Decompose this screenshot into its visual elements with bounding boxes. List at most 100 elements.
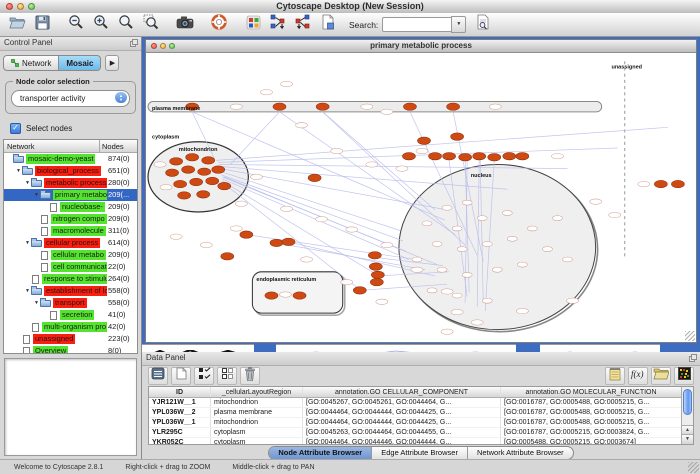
table-column-header[interactable]: _cellularLayoutRegion: [211, 387, 303, 397]
network-node[interactable]: [174, 180, 187, 187]
save-button[interactable]: [31, 15, 53, 35]
expand-arrow-icon[interactable]: ▼: [24, 288, 31, 294]
network-node[interactable]: [293, 292, 306, 299]
tab-network-attribute-browser[interactable]: Network Attribute Browser: [468, 447, 573, 459]
tree-row-response-to-stimulu[interactable]: response to stimulu264(0): [4, 273, 137, 285]
network-node[interactable]: [186, 154, 199, 161]
network-node[interactable]: [361, 104, 373, 109]
tree-row-nitrogen-compo[interactable]: nitrogen compo209(0): [4, 213, 137, 225]
network-node[interactable]: [154, 162, 166, 167]
tree-row-mosaic-demo-yeast[interactable]: mosaic-demo-yeast874(0): [4, 153, 137, 165]
background-window-1[interactable]: [142, 344, 254, 352]
attributes-button[interactable]: [148, 367, 168, 385]
network-node[interactable]: [441, 289, 453, 294]
network-node[interactable]: [638, 181, 650, 186]
table-column-header[interactable]: ID: [149, 387, 211, 397]
network-node[interactable]: [346, 227, 358, 232]
network-node[interactable]: [270, 239, 283, 246]
annotate-button[interactable]: [317, 15, 339, 35]
network-node[interactable]: [316, 216, 328, 221]
network-node[interactable]: [221, 253, 234, 260]
tab-node-attribute-browser[interactable]: Node Attribute Browser: [269, 447, 372, 459]
tree-row-cellular-metabo[interactable]: cellular metabo209(0): [4, 249, 137, 261]
network-node[interactable]: [371, 271, 384, 278]
network-node[interactable]: [280, 206, 292, 211]
network-node[interactable]: [507, 236, 517, 241]
table-column-header[interactable]: annotation.GO MOLECULAR_FUNCTION: [501, 387, 681, 397]
network-node[interactable]: [308, 174, 321, 181]
network-node[interactable]: [273, 103, 286, 110]
network-node[interactable]: [451, 133, 464, 140]
tab-overflow-button[interactable]: ▶: [105, 55, 119, 71]
network-node[interactable]: [489, 104, 501, 109]
table-row[interactable]: YKR052Ccytoplasm[GO:0044464, GO:0044446,…: [149, 438, 681, 445]
table-row[interactable]: YPL036W__2plasma membrane[GO:0044464, GO…: [149, 408, 681, 418]
network-node[interactable]: [542, 247, 552, 252]
float-panel-icon[interactable]: [130, 39, 138, 47]
network-node[interactable]: [202, 157, 215, 164]
float-panel-icon[interactable]: [689, 354, 697, 362]
function-builder-button[interactable]: f(x): [628, 367, 648, 385]
network-node[interactable]: [198, 168, 211, 175]
tree-column-network[interactable]: Network: [4, 140, 100, 152]
node-color-dropdown[interactable]: transporter activity ▲▼: [11, 90, 130, 107]
network-node[interactable]: [166, 169, 179, 176]
network-node[interactable]: [442, 205, 452, 210]
zoom-region-button[interactable]: [140, 15, 162, 35]
network-node[interactable]: [200, 242, 212, 247]
expand-arrow-icon[interactable]: ▼: [24, 240, 31, 246]
zoom-fit-button[interactable]: [115, 15, 137, 35]
network-node[interactable]: [452, 226, 462, 231]
network-canvas[interactable]: plasma membranecytoplasmmitochondrionnuc…: [146, 53, 696, 342]
network-node[interactable]: [230, 226, 242, 231]
network-node[interactable]: [396, 166, 408, 171]
network-node[interactable]: [563, 257, 573, 262]
network-node[interactable]: [381, 242, 393, 247]
network-node[interactable]: [482, 241, 492, 246]
layout-b-button[interactable]: [292, 15, 314, 35]
network-node[interactable]: [369, 263, 382, 270]
network-node[interactable]: [170, 158, 183, 165]
network-node[interactable]: [482, 298, 492, 303]
network-node[interactable]: [432, 241, 442, 246]
network-node[interactable]: [235, 201, 247, 206]
tab-network[interactable]: Network: [3, 55, 59, 71]
network-node[interactable]: [552, 216, 562, 221]
tab-edge-attribute-browser[interactable]: Edge Attribute Browser: [372, 447, 468, 459]
network-node[interactable]: [473, 152, 486, 159]
network-node[interactable]: [492, 267, 502, 272]
tree-row-transport[interactable]: ▼transport558(0): [4, 297, 137, 309]
table-row[interactable]: YJR121W__1mitochondrion[GO:0045267, GO:0…: [149, 398, 681, 408]
tab-mosaic[interactable]: Mosaic: [59, 55, 101, 71]
network-node[interactable]: [462, 272, 472, 277]
window-resize-grip[interactable]: [685, 331, 695, 341]
network-node[interactable]: [282, 238, 295, 245]
network-node[interactable]: [316, 103, 329, 110]
network-node[interactable]: [412, 257, 422, 262]
network-node[interactable]: [182, 166, 195, 173]
tree-column-nodes[interactable]: Nodes: [100, 140, 137, 152]
background-window-2[interactable]: [276, 344, 516, 352]
network-node[interactable]: [609, 212, 621, 217]
help-button[interactable]: [208, 15, 230, 35]
tree-row-overview[interactable]: Overview8(0): [4, 345, 137, 354]
network-node[interactable]: [301, 257, 313, 262]
table-column-header[interactable]: annotation.GO CELLULAR_COMPONENT: [303, 387, 501, 397]
network-node[interactable]: [230, 104, 242, 109]
network-node[interactable]: [590, 199, 602, 204]
network-node[interactable]: [353, 287, 366, 294]
network-window[interactable]: primary metabolic process plasma membran…: [145, 39, 697, 343]
tree-row-primary-metabo[interactable]: ▼primary metabo209(...: [4, 189, 137, 201]
table-row[interactable]: YLR295Ccytoplasm[GO:0045263, GO:0044464,…: [149, 428, 681, 438]
network-node[interactable]: [452, 293, 462, 298]
network-node[interactable]: [170, 234, 182, 239]
network-node[interactable]: [197, 191, 210, 198]
tree-row-cellular-process[interactable]: ▼cellular process614(0): [4, 237, 137, 249]
network-node[interactable]: [488, 154, 501, 161]
network-node[interactable]: [206, 177, 219, 184]
network-node[interactable]: [279, 292, 291, 297]
network-node[interactable]: [471, 320, 483, 325]
network-node[interactable]: [370, 278, 383, 285]
network-node[interactable]: [671, 180, 684, 187]
zoom-in-button[interactable]: [90, 15, 112, 35]
